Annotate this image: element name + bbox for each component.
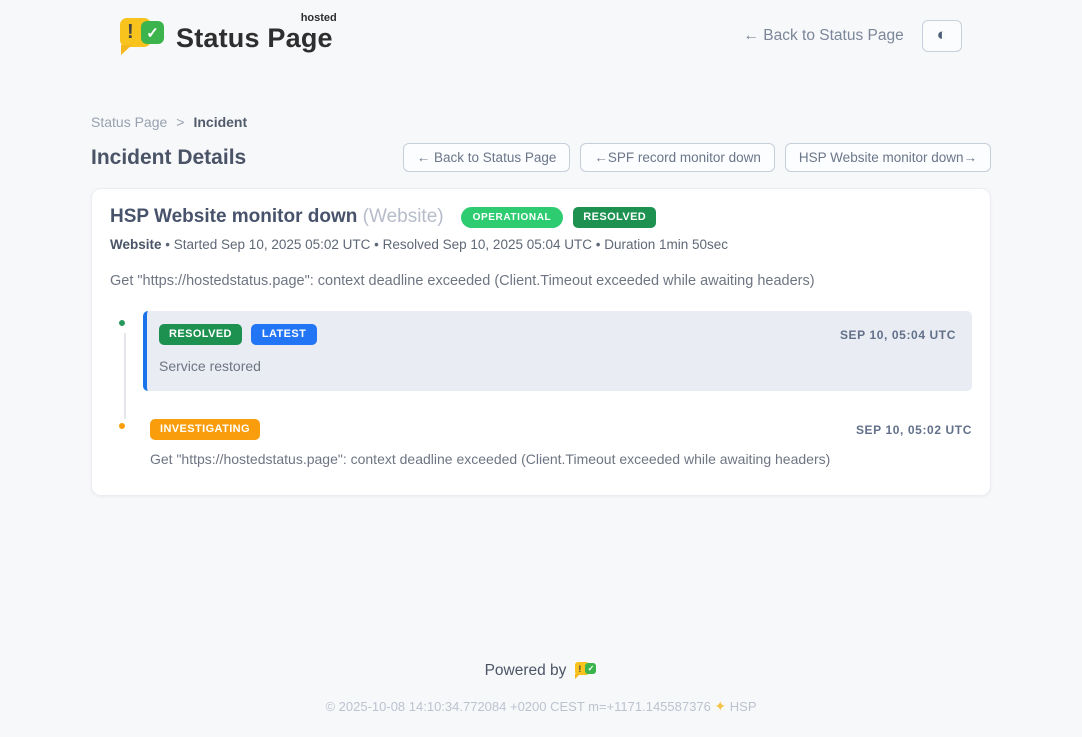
incident-name: HSP Website monitor down <box>110 206 357 227</box>
latest-update-box: RESOLVED LATEST SEP 10, 05:04 UTC Servic… <box>143 311 972 391</box>
logo-brand-name: Status Page <box>176 23 333 53</box>
page-footer: Powered by ! ✓ © 2025-10-08 14:10:34.772… <box>0 660 1082 737</box>
resolved-update-badge: RESOLVED <box>159 324 242 345</box>
checkmark-icon: ✓ <box>141 21 164 44</box>
breadcrumb-status-page-link[interactable]: Status Page <box>91 114 167 130</box>
incident-timeline: RESOLVED LATEST SEP 10, 05:04 UTC Servic… <box>110 311 972 467</box>
footer-brand-short: HSP <box>730 699 757 714</box>
next-incident-button[interactable]: HSP Website monitor down→ <box>785 143 991 172</box>
back-to-status-page-button[interactable]: ← Back to Status Page <box>403 143 571 172</box>
breadcrumb-separator: > <box>176 114 184 130</box>
incident-component: (Website) <box>363 206 444 227</box>
update-message: Service restored <box>159 358 956 374</box>
resolved-status-badge: RESOLVED <box>573 207 656 228</box>
breadcrumb-current-incident: Incident <box>193 114 247 130</box>
timeline-dot-column <box>110 311 143 329</box>
powered-by-row: Powered by ! ✓ <box>0 660 1082 681</box>
update-badges: RESOLVED LATEST <box>159 324 317 345</box>
incident-title-row: HSP Website monitor down (Website) OPERA… <box>110 206 972 228</box>
update-timestamp: SEP 10, 05:04 UTC <box>840 328 956 342</box>
logo-superscript: hosted <box>301 12 337 24</box>
previous-incident-button[interactable]: ←SPF record monitor down <box>580 143 775 172</box>
resolved-timeline-dot-icon <box>116 317 128 329</box>
incident-details-card: HSP Website monitor down (Website) OPERA… <box>91 188 991 496</box>
incident-meta-details: • Started Sep 10, 2025 05:02 UTC • Resol… <box>165 237 728 252</box>
incident-status-badges: OPERATIONAL RESOLVED <box>461 207 657 228</box>
copyright-line: © 2025-10-08 14:10:34.772084 +0200 CEST … <box>0 698 1082 715</box>
status-page-app: ! ✓ hosted Status Page ← Back to Status … <box>0 0 1082 737</box>
header-back-to-status-page-link[interactable]: ← Back to Status Page <box>743 27 903 45</box>
update-timestamp: SEP 10, 05:02 UTC <box>856 423 972 437</box>
copyright-text: © 2025-10-08 14:10:34.772084 +0200 CEST … <box>325 699 710 714</box>
update-header: RESOLVED LATEST SEP 10, 05:04 UTC <box>159 324 956 345</box>
exclamation-glyph: ! <box>127 21 134 44</box>
investigating-update-badge: INVESTIGATING <box>150 419 260 440</box>
top-bar-actions: ← Back to Status Page ◐ <box>743 20 962 52</box>
main-content: Status Page > Incident Incident Details … <box>91 114 991 496</box>
breadcrumb: Status Page > Incident <box>91 114 991 130</box>
half-circle-contrast-icon: ◐ <box>937 25 947 44</box>
check-glyph: ✓ <box>146 24 159 42</box>
latest-update-badge: LATEST <box>251 324 317 345</box>
update-message: Get "https://hostedstatus.page": context… <box>150 451 972 467</box>
incident-description: Get "https://hostedstatus.page": context… <box>110 273 972 289</box>
timeline-dot-column <box>110 419 143 432</box>
incident-meta: Website • Started Sep 10, 2025 05:02 UTC… <box>110 237 972 252</box>
statuspage-mini-logo-icon[interactable]: ! ✓ <box>575 660 597 681</box>
update-badges: INVESTIGATING <box>150 419 260 440</box>
update-header: INVESTIGATING SEP 10, 05:02 UTC <box>150 419 972 440</box>
page-title: Incident Details <box>91 146 246 170</box>
timeline-entry-resolved: RESOLVED LATEST SEP 10, 05:04 UTC Servic… <box>110 311 972 391</box>
timeline-entry-content: INVESTIGATING SEP 10, 05:02 UTC Get "htt… <box>143 419 972 467</box>
sparkles-icon: ✦ <box>714 698 726 714</box>
powered-by-label: Powered by <box>485 662 567 680</box>
timeline-entry-investigating: INVESTIGATING SEP 10, 05:02 UTC Get "htt… <box>110 419 972 467</box>
incident-title: HSP Website monitor down (Website) <box>110 206 444 228</box>
incident-nav-buttons: ← Back to Status Page ←SPF record monito… <box>403 143 991 172</box>
checkmark-icon: ✓ <box>585 663 596 674</box>
incident-meta-component: Website <box>110 237 162 252</box>
logo-text: hosted Status Page <box>176 19 333 54</box>
investigating-timeline-dot-icon <box>116 420 128 432</box>
check-glyph: ✓ <box>588 664 595 673</box>
title-row: Incident Details ← Back to Status Page ←… <box>91 143 991 172</box>
theme-toggle-button[interactable]: ◐ <box>922 20 962 52</box>
exclamation-glyph: ! <box>578 664 581 674</box>
operational-status-badge: OPERATIONAL <box>461 207 564 228</box>
top-bar: ! ✓ hosted Status Page ← Back to Status … <box>0 0 1082 58</box>
statuspage-logo-icon: ! ✓ <box>118 14 165 58</box>
statuspage-logo[interactable]: ! ✓ hosted Status Page <box>118 14 333 58</box>
timeline-entry-content: RESOLVED LATEST SEP 10, 05:04 UTC Servic… <box>143 311 972 391</box>
